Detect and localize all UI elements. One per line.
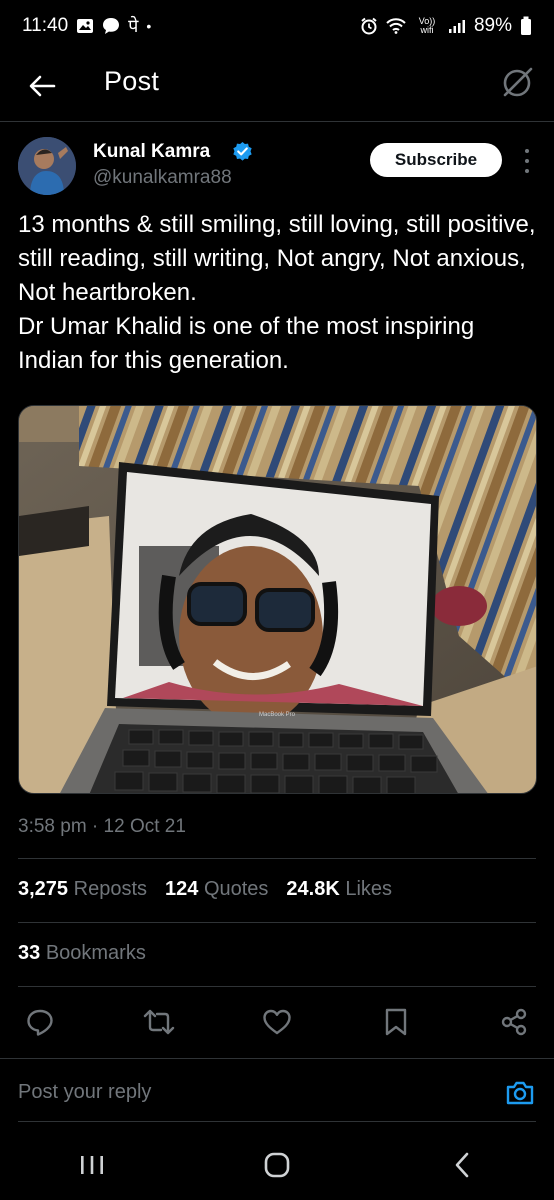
reply-button[interactable] xyxy=(18,1000,62,1044)
bookmark-icon xyxy=(385,1008,406,1036)
signal-icon xyxy=(448,18,466,34)
battery-icon xyxy=(520,16,532,36)
avatar[interactable] xyxy=(18,137,76,195)
share-icon xyxy=(501,1008,527,1036)
back-button[interactable] xyxy=(22,66,62,106)
gallery-notification-icon xyxy=(76,18,94,34)
reposts-count: 3,275 xyxy=(18,878,69,900)
repost-icon xyxy=(143,1009,174,1035)
alarm-icon xyxy=(360,17,378,35)
back-arrow-icon xyxy=(29,75,56,97)
verified-badge-icon xyxy=(232,141,253,162)
post-timestamp[interactable]: 3:58 pm · 12 Oct 21 xyxy=(18,816,186,838)
page-title: Post xyxy=(104,66,160,96)
author-row: Kunal Kamra @kunalkamra88 Subscribe xyxy=(18,137,536,197)
repost-button[interactable] xyxy=(137,1000,181,1044)
likes-stat[interactable]: 24.8K Likes xyxy=(286,878,392,901)
share-button[interactable] xyxy=(492,1000,536,1044)
divider xyxy=(18,986,536,987)
subscribe-button[interactable]: Subscribe xyxy=(370,143,502,177)
likes-count: 24.8K xyxy=(286,878,340,900)
bookmark-button[interactable] xyxy=(374,1000,418,1044)
like-icon xyxy=(263,1009,291,1035)
quotes-count: 124 xyxy=(165,878,199,900)
post-text: 13 months & still smiling, still loving,… xyxy=(18,211,536,374)
wifi-icon xyxy=(386,18,406,34)
status-bar: 11:40 पे • Vo)) wifi 89% xyxy=(0,0,554,52)
volte-wifi-indicator: Vo)) wifi xyxy=(418,16,436,35)
home-icon[interactable] xyxy=(247,1140,307,1190)
author-handle[interactable]: @kunalkamra88 xyxy=(93,167,232,189)
post-image[interactable]: MacBook Pro xyxy=(18,405,537,794)
grok-icon[interactable] xyxy=(500,64,536,100)
reply-input[interactable]: Post your reply xyxy=(18,1081,151,1104)
like-button[interactable] xyxy=(255,1000,299,1044)
author-name[interactable]: Kunal Kamra xyxy=(93,141,210,163)
recents-icon[interactable] xyxy=(62,1140,122,1190)
reply-icon xyxy=(27,1009,53,1036)
likes-label: Likes xyxy=(345,878,393,900)
app-header: Post xyxy=(0,52,554,122)
stats-row: 3,275 Reposts 124 Quotes 24.8K Likes xyxy=(18,878,392,901)
bookmarks-label: Bookmarks xyxy=(45,942,146,964)
laptop-label: MacBook Pro xyxy=(259,712,296,718)
quotes-label: Quotes xyxy=(203,878,269,900)
quotes-stat[interactable]: 124 Quotes xyxy=(165,878,268,901)
reply-underline xyxy=(18,1121,536,1122)
back-nav-icon[interactable] xyxy=(432,1140,492,1190)
reply-bar: Post your reply xyxy=(0,1058,554,1122)
bookmarks-stat[interactable]: 33 Bookmarks xyxy=(18,942,146,965)
reposts-stat[interactable]: 3,275 Reposts xyxy=(18,878,147,901)
reposts-label: Reposts xyxy=(73,878,147,900)
camera-icon[interactable] xyxy=(504,1077,536,1109)
more-vert-icon[interactable] xyxy=(518,149,536,173)
system-nav-bar xyxy=(0,1130,554,1200)
status-left: 11:40 पे • xyxy=(22,14,151,38)
bookmarks-count: 33 xyxy=(18,942,41,964)
action-bar xyxy=(18,1000,536,1044)
more-notifications-dot: • xyxy=(146,18,152,34)
divider xyxy=(18,858,536,859)
battery-percent: 89% xyxy=(473,15,512,36)
divider xyxy=(18,922,536,923)
status-time: 11:40 xyxy=(22,15,69,36)
chat-notification-icon xyxy=(102,17,120,35)
status-right: Vo)) wifi 89% xyxy=(360,15,532,37)
payment-notification-icon: पे xyxy=(128,16,139,37)
